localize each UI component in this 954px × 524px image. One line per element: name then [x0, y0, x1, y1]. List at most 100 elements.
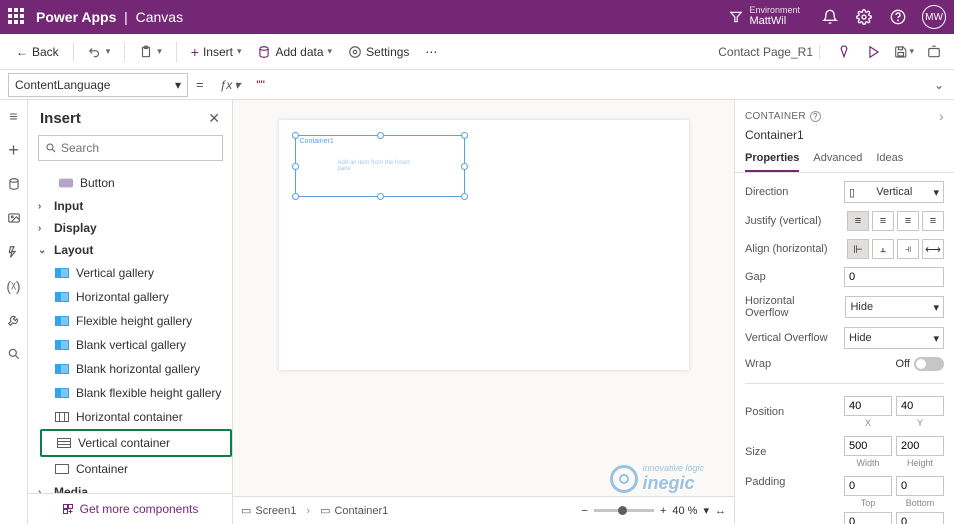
filter-icon [729, 10, 743, 24]
screen[interactable]: Container1 Add an item from the Insert p… [279, 120, 689, 370]
justify-buttons[interactable]: ≡≡≡≡ [847, 211, 944, 231]
insert-panel: Insert ✕ ⋮ Button ›Input ›Display ⌄Layou… [28, 100, 233, 524]
undo-button[interactable]: ▾ [82, 41, 117, 63]
container-label: Container1 [300, 138, 334, 145]
position-label: Position [745, 406, 784, 418]
align-label: Align (horizontal) [745, 243, 828, 255]
insert-button-item[interactable]: Button [28, 171, 232, 195]
save-icon[interactable]: ▾ [894, 42, 914, 62]
tab-advanced[interactable]: Advanced [813, 152, 862, 172]
padding-label: Padding [745, 476, 785, 488]
item-flexible-height-gallery[interactable]: Flexible height gallery [40, 309, 232, 333]
add-data-menu[interactable]: Add data ▾ [251, 41, 338, 63]
publish-icon[interactable] [924, 42, 944, 62]
item-blank-vertical-gallery[interactable]: Blank vertical gallery [40, 333, 232, 357]
resize-handle[interactable] [461, 193, 468, 200]
resize-handle[interactable] [461, 132, 468, 139]
notifications-icon[interactable] [820, 7, 840, 27]
insert-icon[interactable]: + [6, 142, 22, 158]
fit-width-icon[interactable]: ↔ [715, 505, 726, 517]
help-icon[interactable]: ? [810, 111, 821, 122]
search-input[interactable] [38, 135, 223, 161]
media-icon[interactable] [6, 210, 22, 226]
height-input[interactable] [896, 436, 944, 456]
pad-top-input[interactable] [844, 476, 892, 496]
category-layout[interactable]: ⌄Layout [28, 239, 232, 261]
direction-select[interactable]: ▯ Vertical▾ [844, 181, 944, 203]
close-icon[interactable]: ✕ [208, 110, 220, 127]
category-display[interactable]: ›Display [28, 217, 232, 239]
pad-right-input[interactable] [896, 512, 944, 524]
pos-x-input[interactable] [844, 396, 892, 416]
direction-label: Direction [745, 186, 788, 198]
resize-handle[interactable] [292, 132, 299, 139]
v-overflow-select[interactable]: Hide▾ [844, 327, 944, 349]
get-more-components[interactable]: Get more components [28, 493, 232, 524]
preview-icon[interactable] [864, 42, 884, 62]
category-input[interactable]: ›Input [28, 195, 232, 217]
paste-button[interactable]: ▾ [133, 41, 168, 63]
breadcrumb-screen[interactable]: ▭ Screen1 [241, 504, 296, 517]
tab-properties[interactable]: Properties [745, 152, 799, 172]
flows-icon[interactable] [6, 244, 22, 260]
resize-handle[interactable] [292, 163, 299, 170]
resize-handle[interactable] [377, 132, 384, 139]
wrap-label: Wrap [745, 358, 771, 370]
resize-handle[interactable] [461, 163, 468, 170]
item-vertical-gallery[interactable]: Vertical gallery [40, 261, 232, 285]
environment-picker[interactable]: EnvironmentMattWil [729, 6, 800, 28]
waffle-icon[interactable] [8, 8, 26, 26]
user-avatar[interactable]: MW [922, 5, 946, 29]
size-label: Size [745, 446, 766, 458]
data-icon[interactable] [6, 176, 22, 192]
back-button[interactable]: ← Back [10, 41, 65, 63]
h-overflow-select[interactable]: Hide▾ [845, 296, 944, 318]
pad-bottom-input[interactable] [896, 476, 944, 496]
settings-menu[interactable]: Settings [342, 41, 415, 63]
container-hint: Add an item from the Insert pane [338, 160, 422, 172]
page-name: Contact Page_R1 [718, 45, 820, 59]
property-selector[interactable]: ContentLanguage▾ [8, 73, 188, 97]
selected-container[interactable]: Container1 Add an item from the Insert p… [295, 135, 465, 197]
app-header: Power Apps | Canvas EnvironmentMattWil M… [0, 0, 954, 34]
properties-panel: CONTAINER ?› Container1 Properties Advan… [734, 100, 954, 524]
gap-input[interactable] [844, 267, 944, 287]
chevron-down-icon[interactable]: ⌄ [924, 78, 954, 92]
tab-ideas[interactable]: Ideas [876, 152, 903, 172]
equals-label: = [188, 77, 212, 92]
zoom-value: 40 % [672, 505, 697, 517]
tree-view-icon[interactable]: ≡ [6, 108, 22, 124]
zoom-slider[interactable] [594, 509, 654, 512]
settings-icon[interactable] [854, 7, 874, 27]
insert-menu[interactable]: + Insert ▾ [185, 40, 248, 64]
advanced-tools-icon[interactable] [6, 312, 22, 328]
item-container[interactable]: Container [40, 457, 232, 481]
pos-y-input[interactable] [896, 396, 944, 416]
formula-input[interactable]: "" [248, 78, 924, 92]
width-input[interactable] [844, 436, 892, 456]
item-vertical-container[interactable]: Vertical container [40, 429, 232, 457]
item-horizontal-container[interactable]: Horizontal container [40, 405, 232, 429]
more-menu[interactable]: ⋯ [419, 41, 443, 63]
zoom-in-icon[interactable]: + [660, 505, 666, 517]
left-rail: ≡ + (ᵡ) [0, 100, 28, 524]
item-horizontal-gallery[interactable]: Horizontal gallery [40, 285, 232, 309]
fx-label[interactable]: ƒx▾ [212, 78, 249, 92]
category-media[interactable]: ›Media [28, 481, 232, 493]
align-buttons[interactable]: ⊩⫠⫣⟷ [847, 239, 944, 259]
item-blank-flexible-height-gallery[interactable]: Blank flexible height gallery [40, 381, 232, 405]
status-bar: ▭ Screen1 › ▭ Container1 − + 40 % ▾ ↔ [233, 496, 734, 524]
pad-left-input[interactable] [844, 512, 892, 524]
zoom-out-icon[interactable]: − [582, 505, 588, 517]
canvas-area: Container1 Add an item from the Insert p… [233, 100, 734, 524]
chevron-right-icon[interactable]: › [939, 108, 944, 124]
resize-handle[interactable] [292, 193, 299, 200]
breadcrumb-container[interactable]: ▭ Container1 [320, 504, 388, 517]
wrap-toggle[interactable] [914, 357, 944, 371]
app-checker-icon[interactable] [834, 42, 854, 62]
search-rail-icon[interactable] [6, 346, 22, 362]
variables-icon[interactable]: (ᵡ) [6, 278, 22, 294]
resize-handle[interactable] [377, 193, 384, 200]
item-blank-horizontal-gallery[interactable]: Blank horizontal gallery [40, 357, 232, 381]
help-icon[interactable] [888, 7, 908, 27]
